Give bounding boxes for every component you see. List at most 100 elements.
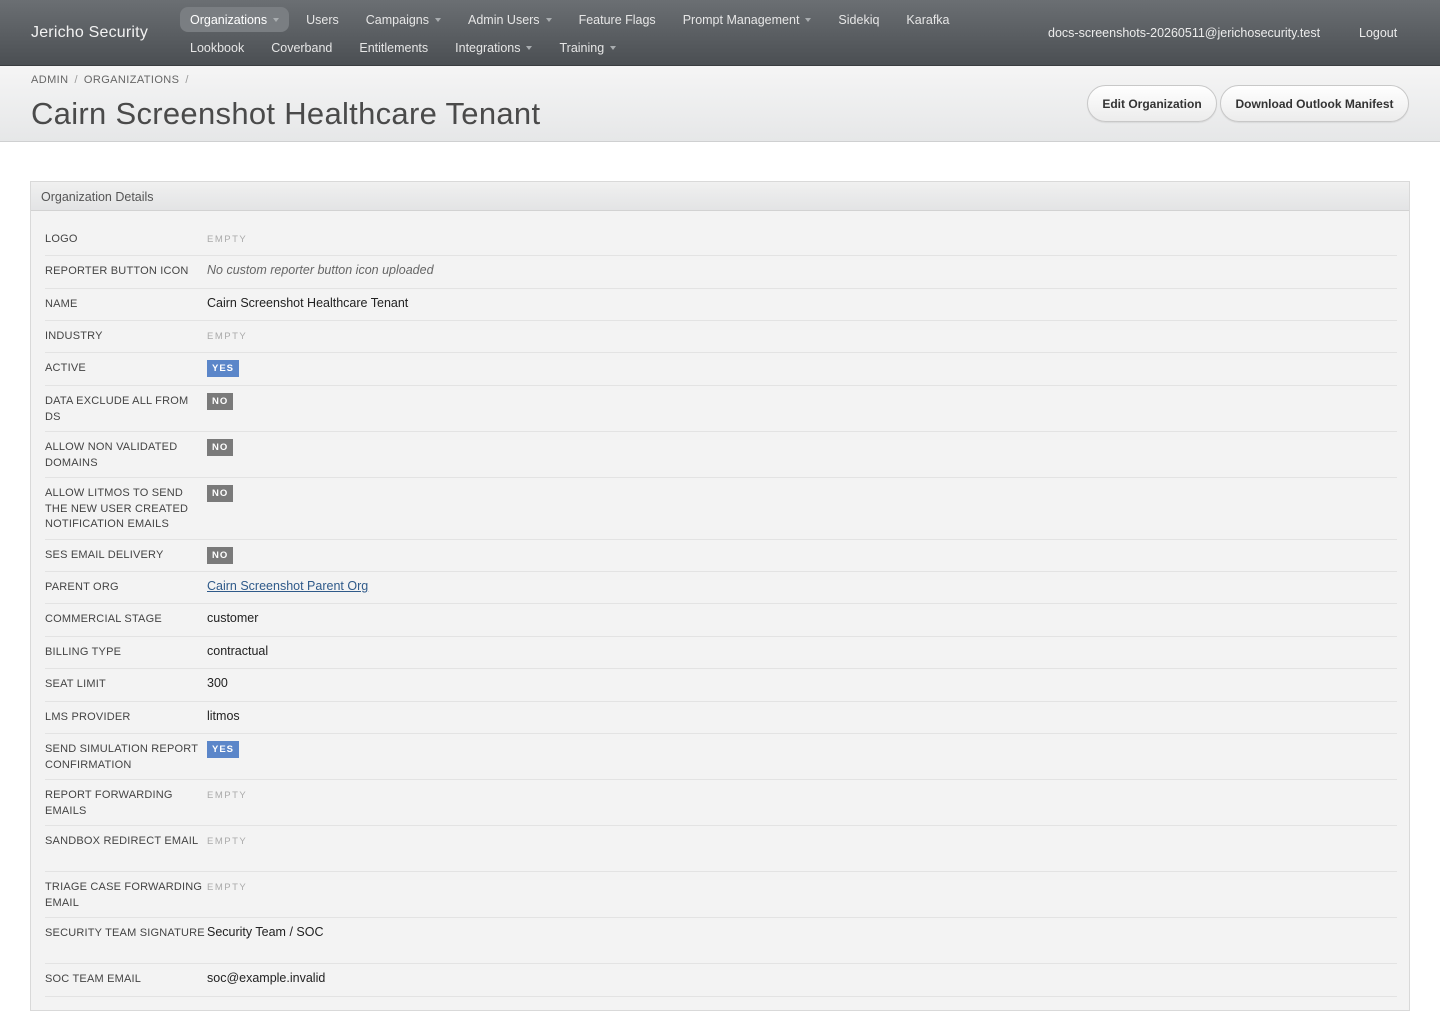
nav-item-label: Users [306,12,339,27]
detail-label: LOGO [45,233,78,245]
text-value: Security Team / SOC [207,925,324,939]
detail-row-soc-team-email: SOC TEAM EMAIL soc@example.invalid [45,964,1397,997]
detail-row-send-simulation-report-confirmation: SEND SIMULATION REPORT CONFIRMATION YES [45,734,1397,780]
empty-value: EMPTY [207,331,248,342]
detail-row-reporter-button-icon: REPORTER BUTTON ICON No custom reporter b… [45,256,1397,289]
nav-item-feature-flags[interactable]: Feature Flags [569,7,666,32]
detail-label: DATA EXCLUDE ALL FROM DS [45,395,189,423]
detail-label: SEND SIMULATION REPORT CONFIRMATION [45,743,198,771]
nav-item-label: Training [559,40,605,55]
nav-item-training[interactable]: Training [549,35,626,60]
text-value: contractual [207,644,269,658]
detail-row-parent-org: PARENT ORG Cairn Screenshot Parent Org [45,572,1397,604]
nav-row-primary: Organizations Users Campaigns Admin Users Fe… [180,7,967,32]
nav-item-karafka[interactable]: Karafka [896,7,959,32]
detail-label: PARENT ORG [45,581,119,593]
placeholder-value: No custom reporter button icon uploaded [207,263,434,277]
no-badge: NO [207,485,234,502]
empty-value: EMPTY [207,790,248,801]
nav-item-label: Lookbook [190,40,245,55]
chevron-down-icon [610,45,617,50]
detail-row-billing-type: BILLING TYPE contractual [45,637,1397,669]
nav-item-campaigns[interactable]: Campaigns [356,7,451,32]
detail-value: NO [207,547,1397,571]
parent-org-link[interactable]: Cairn Screenshot Parent Org [207,579,368,593]
top-navbar: Jericho Security Organizations Users Campa… [0,0,1440,66]
text-value: litmos [207,709,240,723]
download-outlook-manifest-button[interactable]: Download Outlook Manifest [1220,85,1409,122]
nav-item-label: Karafka [906,12,950,27]
user-email-link[interactable]: docs-screenshots-20260511@jerichosecurit… [1048,26,1320,40]
detail-label: SANDBOX REDIRECT EMAIL [45,835,199,847]
detail-row-triage-case-forwarding-email: TRIAGE CASE FORWARDING EMAIL EMPTY [45,872,1397,918]
detail-label: NAME [45,298,78,310]
nav-item-sidekiq[interactable]: Sidekiq [828,7,889,32]
detail-value: Cairn Screenshot Healthcare Tenant [207,296,1397,320]
detail-label: ALLOW LITMOS TO SEND THE NEW USER CREATE… [45,487,189,530]
detail-value: NO [207,439,1397,477]
detail-value: YES [207,741,1397,779]
nav-item-lookbook[interactable]: Lookbook [180,35,254,60]
nav-item-users[interactable]: Users [296,7,349,32]
text-value: soc@example.invalid [207,971,326,985]
nav-item-label: Coverband [271,40,333,55]
detail-row-logo: LOGO EMPTY [45,224,1397,256]
breadcrumb-separator: / [185,74,189,86]
breadcrumb-separator: / [74,74,78,86]
details-list: LOGO EMPTY REPORTER BUTTON ICON No custom r… [45,224,1397,997]
nav-item-label: Admin Users [468,12,540,27]
detail-value: NO [207,393,1397,431]
nav-item-label: Campaigns [365,12,430,27]
detail-value: EMPTY [207,787,1397,825]
nav-item-admin-users[interactable]: Admin Users [458,7,562,32]
detail-row-seat-limit: SEAT LIMIT 300 [45,669,1397,702]
nav-item-organizations[interactable]: Organizations [180,7,290,32]
detail-label: REPORTER BUTTON ICON [45,265,189,277]
nav-item-label: Entitlements [359,40,429,55]
no-badge: NO [207,439,234,456]
detail-label: REPORT FORWARDING EMAILS [45,789,173,817]
detail-row-security-team-signature: SECURITY TEAM SIGNATURE Security Team / S… [45,918,1397,964]
nav-row-secondary: Lookbook Coverband Entitlements Integration… [180,35,633,60]
detail-value: EMPTY [207,879,1397,917]
detail-value: Cairn Screenshot Parent Org [207,579,1397,603]
detail-row-name: NAME Cairn Screenshot Healthcare Tenant [45,289,1397,321]
detail-label: SEAT LIMIT [45,678,106,690]
page-header: ADMIN / ORGANIZATIONS / Cairn Screenshot… [0,66,1440,142]
chevron-down-icon [805,17,812,22]
nav-item-entitlements[interactable]: Entitlements [349,35,438,60]
empty-value: EMPTY [207,882,248,893]
logout-link[interactable]: Logout [1359,26,1397,40]
nav-item-prompt-management[interactable]: Prompt Management [673,7,822,32]
edit-organization-button[interactable]: Edit Organization [1087,85,1217,122]
detail-row-commercial-stage: COMMERCIAL STAGE customer [45,604,1397,637]
nav-item-label: Prompt Management [682,12,800,27]
detail-row-lms-provider: LMS PROVIDER litmos [45,702,1397,734]
detail-value: EMPTY [207,231,1397,255]
text-value: Cairn Screenshot Healthcare Tenant [207,296,409,310]
empty-value: EMPTY [207,836,248,847]
text-value: 300 [207,676,228,690]
page-title: Cairn Screenshot Healthcare Tenant [31,96,541,131]
detail-row-allow-litmos-to-send-the-new-user-created-notification-emails: ALLOW LITMOS TO SEND THE NEW USER CREATE… [45,478,1397,540]
organization-details-panel: Organization Details LOGO EMPTY REPORTER B… [30,181,1410,1011]
detail-row-sandbox-redirect-email: SANDBOX REDIRECT EMAIL EMPTY [45,826,1397,872]
nav-item-label: Integrations [455,40,521,55]
detail-label: SES EMAIL DELIVERY [45,549,164,561]
breadcrumb-organizations[interactable]: ORGANIZATIONS [84,74,179,86]
detail-value: soc@example.invalid [207,971,1397,996]
detail-label: SECURITY TEAM SIGNATURE [45,927,205,939]
detail-label: TRIAGE CASE FORWARDING EMAIL [45,881,203,909]
detail-row-active: ACTIVE YES [45,353,1397,386]
detail-label: INDUSTRY [45,330,103,342]
brand-logo[interactable]: Jericho Security [31,24,148,42]
detail-label: SOC TEAM EMAIL [45,973,142,985]
detail-value: No custom reporter button icon uploaded [207,263,1397,288]
no-badge: NO [207,393,234,410]
nav-item-integrations[interactable]: Integrations [445,35,542,60]
detail-label: COMMERCIAL STAGE [45,613,162,625]
no-badge: NO [207,547,234,564]
breadcrumb-admin[interactable]: ADMIN [31,74,68,86]
detail-value: 300 [207,676,1397,701]
nav-item-coverband[interactable]: Coverband [261,35,342,60]
